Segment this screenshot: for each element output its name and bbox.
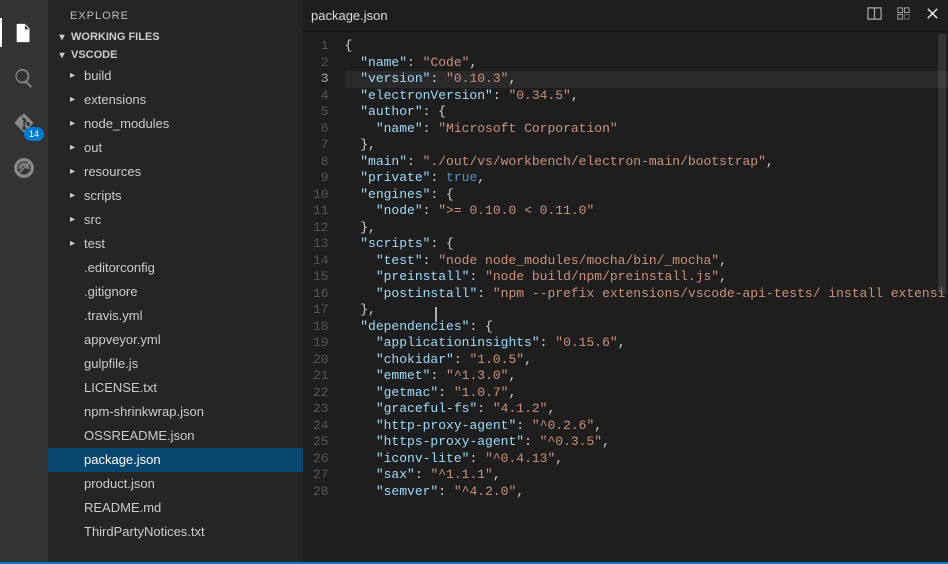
tree-item-label: scripts [84,185,122,207]
activity-search-icon[interactable] [0,55,48,100]
working-files-label: WORKING FILES [71,31,160,43]
tree-item-label: build [84,65,111,87]
tree-item-label: .editorconfig [84,257,155,279]
file-item[interactable]: gulpfile.js [48,352,303,376]
chevron-right-icon: ▸ [70,233,80,255]
folder-item[interactable]: ▸extensions [48,88,303,112]
chevron-right-icon: ▸ [70,161,80,183]
git-changes-badge: 14 [24,127,44,141]
file-item[interactable]: .gitignore [48,280,303,304]
file-item[interactable]: .editorconfig [48,256,303,280]
tree-item-label: npm-shrinkwrap.json [84,401,204,423]
chevron-down-icon: ▾ [56,50,68,61]
editor-area: package.json 123456789101112131415161718… [303,0,948,564]
chevron-right-icon: ▸ [70,65,80,87]
tree-item-label: gulpfile.js [84,353,138,375]
tree-item-label: out [84,137,102,159]
close-icon[interactable] [925,6,940,26]
folder-item[interactable]: ▸out [48,136,303,160]
activity-git-icon[interactable]: 14 [0,100,48,145]
tree-item-label: package.json [84,449,161,471]
file-item[interactable]: README.md [48,496,303,520]
tree-item-label: LICENSE.txt [84,377,157,399]
tree-item-label: ThirdPartyNotices.txt [84,521,205,543]
file-item[interactable]: npm-shrinkwrap.json [48,400,303,424]
folder-item[interactable]: ▸scripts [48,184,303,208]
tree-item-label: src [84,209,101,231]
tree-item-label: OSSREADME.json [84,425,195,447]
tree-item-label: .gitignore [84,281,137,303]
tab-bar: package.json [303,0,948,32]
folder-item[interactable]: ▸build [48,64,303,88]
chevron-right-icon: ▸ [70,209,80,231]
chevron-right-icon: ▸ [70,89,80,111]
chevron-right-icon: ▸ [70,185,80,207]
tree-item-label: resources [84,161,141,183]
chevron-down-icon: ▾ [56,32,68,43]
code-content[interactable]: { "name": "Code", "version": "0.10.3", "… [345,32,948,564]
project-header[interactable]: ▾ VSCODE [48,46,303,64]
tree-item-label: node_modules [84,113,169,135]
folder-item[interactable]: ▸test [48,232,303,256]
folder-item[interactable]: ▸node_modules [48,112,303,136]
sidebar-title: EXPLORE [48,0,303,28]
tree-item-label: extensions [84,89,146,111]
line-number-gutter: 1234567891011121314151617181920212223242… [303,32,345,564]
activity-debug-icon[interactable] [0,145,48,190]
more-actions-icon[interactable] [896,6,911,26]
activity-bar: 14 [0,0,48,564]
file-item[interactable]: product.json [48,472,303,496]
file-item[interactable]: LICENSE.txt [48,376,303,400]
project-label: VSCODE [71,49,117,61]
file-item[interactable]: package.json [48,448,303,472]
vertical-scrollbar-thumb[interactable] [938,34,946,294]
code-editor[interactable]: 1234567891011121314151617181920212223242… [303,32,948,564]
sidebar: EXPLORE ▾ WORKING FILES ▾ VSCODE ▸build▸… [48,0,303,564]
chevron-right-icon: ▸ [70,137,80,159]
working-files-header[interactable]: ▾ WORKING FILES [48,28,303,46]
chevron-right-icon: ▸ [70,113,80,135]
text-cursor [435,307,437,322]
file-tree: ▸build▸extensions▸node_modules▸out▸resou… [48,64,303,564]
tab-title[interactable]: package.json [311,8,388,23]
file-item[interactable]: .travis.yml [48,304,303,328]
folder-item[interactable]: ▸src [48,208,303,232]
tree-item-label: README.md [84,497,161,519]
file-item[interactable]: OSSREADME.json [48,424,303,448]
tree-item-label: test [84,233,105,255]
tree-item-label: .travis.yml [84,305,143,327]
tree-item-label: appveyor.yml [84,329,161,351]
split-editor-icon[interactable] [867,6,882,26]
activity-files-icon[interactable] [0,10,48,55]
file-item[interactable]: ThirdPartyNotices.txt [48,520,303,544]
folder-item[interactable]: ▸resources [48,160,303,184]
tree-item-label: product.json [84,473,155,495]
file-item[interactable]: appveyor.yml [48,328,303,352]
